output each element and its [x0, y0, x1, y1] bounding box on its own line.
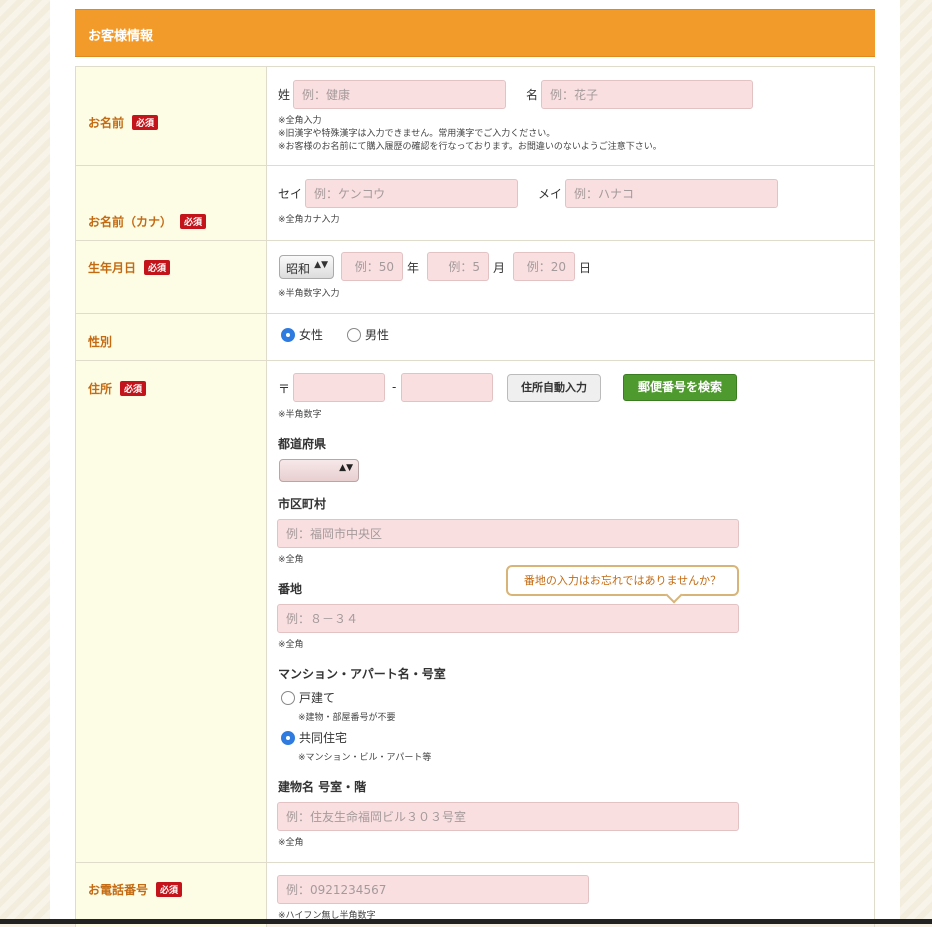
background-left [0, 0, 50, 924]
name-note-1: ※全角入力 [278, 116, 322, 126]
month-unit: 月 [493, 261, 506, 275]
section-title: お客様情報 [88, 29, 154, 44]
kana-first-label: メイ [538, 187, 563, 201]
row-divider [76, 165, 874, 166]
postal-search-button[interactable]: 郵便番号を検索 [623, 374, 737, 401]
updown-arrows-icon: ▲▼ [314, 260, 328, 270]
birth-day-input[interactable] [513, 252, 575, 281]
required-badge: 必須 [156, 882, 183, 897]
male-label[interactable]: 男性 [365, 326, 389, 343]
address-label-text: 住所 [88, 382, 113, 396]
era-select[interactable]: 昭和 ▲▼ [279, 255, 334, 279]
city-label: 市区町村 [278, 497, 327, 511]
street-reminder-tooltip: 番地の入力はお忘れではありませんか？ [506, 565, 739, 596]
street-input[interactable] [277, 604, 739, 633]
gender-label: 性別 [88, 333, 112, 350]
auto-address-button[interactable]: 住所自動入力 [507, 374, 601, 402]
last-name-input[interactable] [293, 80, 506, 109]
row-divider [76, 862, 874, 863]
postal-code-1-input[interactable] [293, 373, 385, 402]
building-label: 建物名 号室・階 [278, 780, 367, 794]
street-label: 番地 [278, 582, 303, 596]
house-option-label[interactable]: 戸建て [299, 689, 335, 706]
postal-mark: 〒 [278, 382, 291, 396]
postal-dash: - [392, 380, 397, 394]
customer-form: お名前必須 姓 名 ※全角入力 ※旧漢字や特殊漢字は入力できません。常用漢字でご… [75, 66, 875, 927]
name-label-text: お名前 [88, 116, 125, 130]
required-badge: 必須 [120, 381, 147, 396]
apartment-option-label[interactable]: 共同住宅 [299, 729, 347, 746]
building-note: ※全角 [278, 838, 304, 848]
birth-year-input[interactable] [341, 252, 403, 281]
background-right [900, 0, 932, 924]
house-radio[interactable] [281, 691, 295, 705]
birth-label: 生年月日 必須 [88, 259, 171, 276]
address-label: 住所 必須 [88, 380, 147, 397]
label-column [76, 67, 267, 927]
required-badge: 必須 [132, 115, 159, 130]
section-header: お客様情報 [75, 9, 875, 57]
last-name-label: 姓 [278, 88, 291, 102]
gender-label-text: 性別 [88, 335, 113, 349]
kana-first-input[interactable] [565, 179, 778, 208]
kana-label-text: お名前（カナ） [88, 215, 173, 229]
name-note-2: ※旧漢字や特殊漢字は入力できません。常用漢字でご入力ください。 [278, 129, 556, 139]
building-input[interactable] [277, 802, 739, 831]
prefecture-label: 都道府県 [278, 437, 327, 451]
kana-label: お名前（カナ） 必須 [88, 213, 207, 230]
female-radio[interactable] [281, 328, 295, 342]
era-value: 昭和 [286, 262, 311, 276]
house-note: ※建物・部屋番号が不要 [298, 713, 396, 723]
phone-input[interactable] [277, 875, 589, 904]
required-badge: 必須 [144, 260, 171, 275]
updown-arrows-icon: ▲▼ [339, 463, 353, 473]
phone-label-text: お電話番号 [88, 883, 149, 897]
birth-note: ※半角数字入力 [278, 289, 340, 299]
street-note: ※全角 [278, 640, 304, 650]
female-label[interactable]: 女性 [299, 326, 323, 343]
city-note: ※全角 [278, 555, 304, 565]
birth-label-text: 生年月日 [88, 261, 137, 275]
first-name-label: 名 [526, 88, 539, 102]
phone-label: お電話番号 必須 [88, 881, 183, 898]
kana-last-input[interactable] [305, 179, 518, 208]
row-divider [76, 240, 874, 241]
prefecture-select[interactable]: ▲▼ [279, 459, 359, 482]
bottom-edge [0, 919, 932, 924]
year-unit: 年 [407, 261, 420, 275]
name-label: お名前 必須 [88, 114, 159, 131]
kana-note: ※全角カナ入力 [278, 215, 340, 225]
kana-last-label: セイ [278, 187, 303, 201]
building-section-label: マンション・アパート名・号室 [278, 667, 446, 681]
first-name-input[interactable] [541, 80, 753, 109]
day-unit: 日 [579, 261, 592, 275]
required-badge: 必須 [180, 214, 207, 229]
row-divider [76, 360, 874, 361]
male-radio[interactable] [347, 328, 361, 342]
row-divider [76, 313, 874, 314]
apartment-note: ※マンション・ビル・アパート等 [298, 753, 432, 763]
birth-month-input[interactable] [427, 252, 489, 281]
postal-note: ※半角数字 [278, 410, 322, 420]
name-note-3: ※お客様のお名前にて購入履歴の確認を行なっております。お間違いのないようご注意下… [278, 142, 662, 152]
postal-code-2-input[interactable] [401, 373, 493, 402]
city-input[interactable] [277, 519, 739, 548]
apartment-radio[interactable] [281, 731, 295, 745]
